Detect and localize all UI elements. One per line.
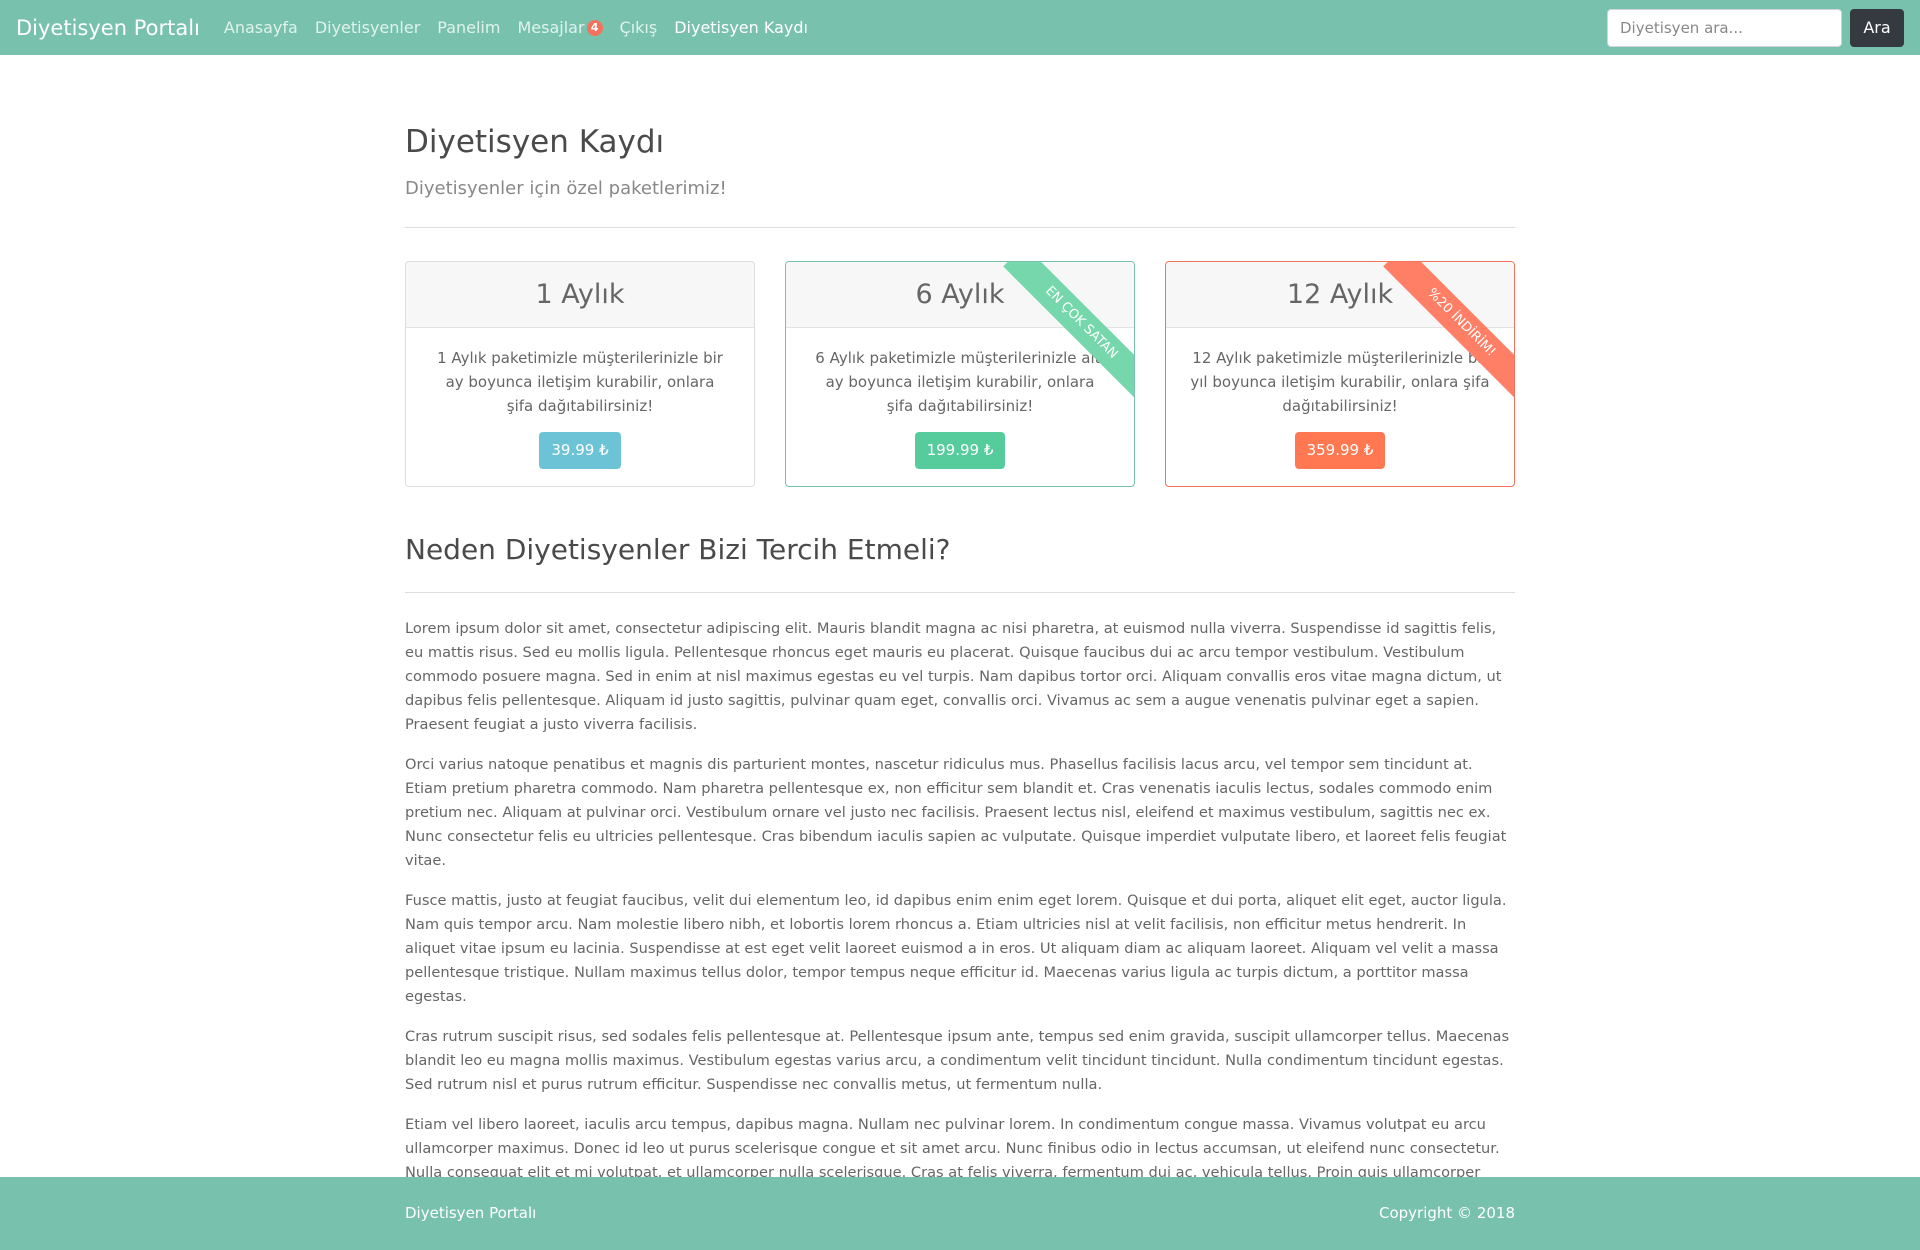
brand-link[interactable]: Diyetisyen Portalı xyxy=(16,16,200,40)
package-price-button[interactable]: 359.99 ₺ xyxy=(1294,432,1386,469)
package-body: 1 Aylık paketimizle müşterilerinizle bir… xyxy=(406,328,754,469)
package-description: 12 Aylık paketimizle müşterilerinizle bi… xyxy=(1190,349,1490,415)
top-navbar: Diyetisyen Portalı Anasayfa Diyetisyenle… xyxy=(0,0,1920,55)
messages-count-badge: 4 xyxy=(586,19,603,36)
nav-link-diyetisyenler[interactable]: Diyetisyenler xyxy=(315,18,420,37)
package-price-button[interactable]: 199.99 ₺ xyxy=(914,432,1006,469)
search-input[interactable] xyxy=(1607,8,1842,47)
nav-link-mesajlar-label: Mesajlar xyxy=(517,18,585,37)
page-subtitle: Diyetisyenler için özel paketlerimiz! xyxy=(405,178,727,199)
why-section-title: Neden Diyetisyenler Bizi Tercih Etmeli? xyxy=(405,533,951,566)
package-title: 1 Aylık xyxy=(406,262,754,328)
divider xyxy=(405,592,1515,593)
footer-copyright: Copyright © 2018 xyxy=(1378,1204,1515,1222)
package-card-6-months: 6 Aylık 6 Aylık paketimizle müşterilerin… xyxy=(785,261,1135,487)
divider xyxy=(405,227,1515,228)
nav-link-diyetisyen-kaydi[interactable]: Diyetisyen Kaydı xyxy=(674,18,808,37)
nav-link-anasayfa[interactable]: Anasayfa xyxy=(224,18,298,37)
nav-link-mesajlar[interactable]: Mesajlar 4 xyxy=(517,18,603,37)
package-description: 6 Aylık paketimizle müşterilerinizle alt… xyxy=(815,349,1105,415)
paragraph: Lorem ipsum dolor sit amet, consectetur … xyxy=(405,620,1502,733)
package-price-button[interactable]: 39.99 ₺ xyxy=(539,432,621,469)
paragraph: Orci varius natoque penatibus et magnis … xyxy=(405,756,1507,869)
footer: Diyetisyen Portalı Copyright © 2018 xyxy=(0,1177,1920,1250)
nav-link-panelim[interactable]: Panelim xyxy=(437,18,500,37)
search-button[interactable]: Ara xyxy=(1850,8,1904,47)
package-body: 6 Aylık paketimizle müşterilerinizle alt… xyxy=(786,328,1134,469)
package-body: 12 Aylık paketimizle müşterilerinizle bi… xyxy=(1166,328,1514,469)
search-form: Ara xyxy=(1607,8,1904,47)
why-section-text: Lorem ipsum dolor sit amet, consectetur … xyxy=(405,617,1515,1225)
page-title: Diyetisyen Kaydı xyxy=(405,124,665,160)
nav-link-cikis[interactable]: Çıkış xyxy=(620,18,658,37)
paragraph: Cras rutrum suscipit risus, sed sodales … xyxy=(405,1028,1510,1093)
nav-links: Anasayfa Diyetisyenler Panelim Mesajlar … xyxy=(224,18,825,37)
package-card-12-months: 12 Aylık 12 Aylık paketimizle müşteriler… xyxy=(1165,261,1515,487)
paragraph: Fusce mattis, justo at feugiat faucibus,… xyxy=(405,892,1507,1005)
footer-brand: Diyetisyen Portalı xyxy=(405,1204,537,1222)
package-cards: 1 Aylık 1 Aylık paketimizle müşterilerin… xyxy=(405,261,1515,487)
package-description: 1 Aylık paketimizle müşterilerinizle bir… xyxy=(437,349,723,415)
package-card-1-month: 1 Aylık 1 Aylık paketimizle müşterilerin… xyxy=(405,261,755,487)
